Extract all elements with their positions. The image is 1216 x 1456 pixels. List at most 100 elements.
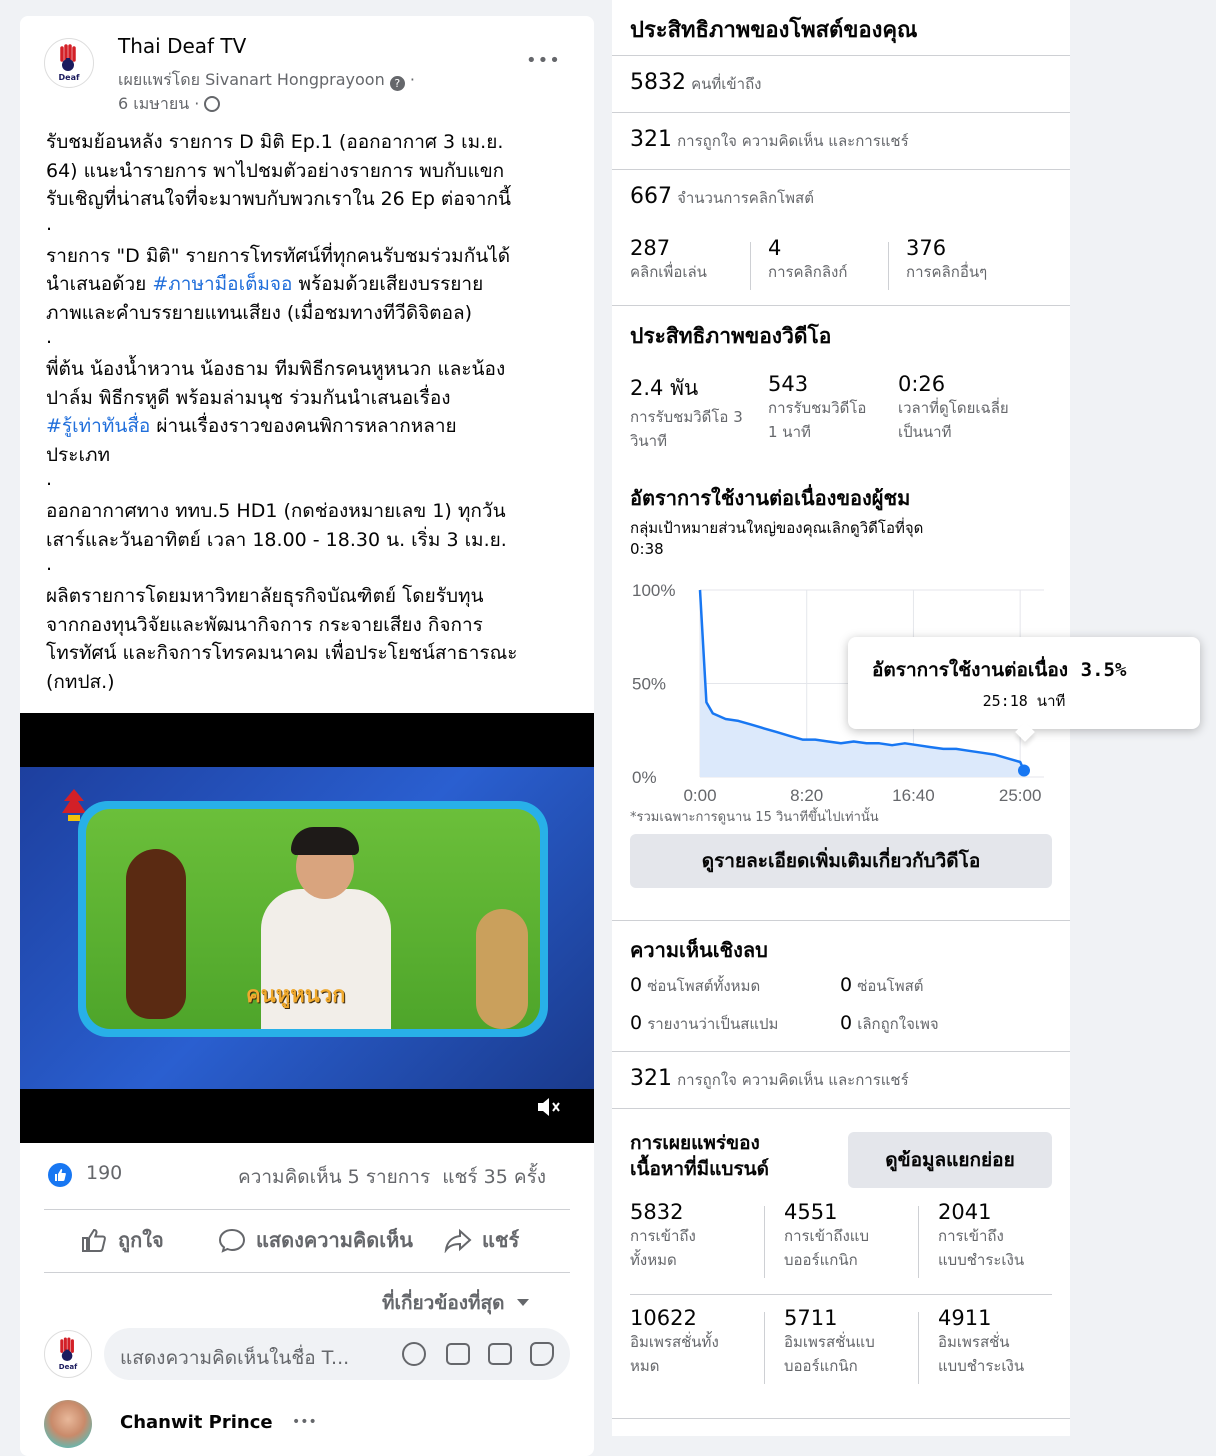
retention-subtitle-1: กลุ่มเป้าหมายส่วนใหญ่ของคุณเลิกดูวิดีโอท… [630, 519, 924, 537]
divider [918, 1312, 919, 1384]
video-player[interactable]: คนหูหนวก [20, 713, 594, 1143]
thai-deaf-logo-icon: Deaf [59, 1337, 78, 1371]
play-clicks-label: คลิกเพื่อเล่น [630, 263, 707, 281]
caret-down-icon [517, 1299, 530, 1306]
comments-shares-count[interactable]: ความคิดเห็น 5 รายการ แชร์ 35 ครั้ง [238, 1162, 546, 1192]
branded-reach-total-label-1: การเข้าถึง [630, 1227, 696, 1245]
sticker-icon[interactable] [530, 1342, 554, 1366]
more-video-details-button[interactable]: ดูรายละเอียดเพิ่มเติมเกี่ยวกับวิดีโอ [630, 834, 1052, 888]
like-button[interactable]: ถูกใจ [80, 1224, 164, 1256]
hide-all-value: 0 [630, 974, 643, 996]
views-3s-label-2: วินาที [630, 432, 667, 450]
x-tick-label: 0:00 [683, 786, 716, 805]
branded-impr-organic-label-1: อิมเพรสชั่นแบ [784, 1333, 875, 1351]
post-more-button[interactable]: ••• [526, 50, 561, 71]
engagement-label-2: การถูกใจ ความคิดเห็น และการแชร์ [677, 1071, 909, 1089]
branded-impr-organic-label-2: บออร์แกนิก [784, 1357, 858, 1375]
link-clicks-value: 4 [768, 236, 782, 260]
comment-sort-dropdown[interactable]: ที่เกี่ยวข้องที่สุด [382, 1288, 530, 1318]
reactions-count[interactable]: 190 [86, 1162, 122, 1184]
unlike-value: 0 [840, 1012, 853, 1034]
video-stat-avg: 0:26 เวลาที่ดูโดยเฉลี่ย เป็นนาที [898, 372, 1058, 444]
other-clicks-value: 376 [906, 236, 947, 260]
click-breakdown-other: 376 การคลิกอื่นๆ [906, 236, 987, 284]
commenter-name[interactable]: Chanwit Prince [120, 1412, 273, 1433]
page-avatar[interactable]: Deaf [44, 38, 94, 88]
branded-reach-organic-label-1: การเข้าถึงแบ [784, 1227, 869, 1245]
like-reaction-icon[interactable] [48, 1163, 72, 1187]
clicks-metric: 667 จำนวนการคลิกโพสต์ [630, 184, 814, 210]
help-icon: ? [389, 76, 405, 91]
para-3-line-2: ปาล์ม พิธีกรหูดี พร้อมล่ามนุช ร่วมกันนำเ… [46, 386, 451, 409]
branded-impr-total-value: 10622 [630, 1306, 697, 1330]
gif-icon[interactable] [488, 1343, 512, 1365]
branded-impr-total-label-1: อิมเพรสชั่นทั้ง [630, 1333, 719, 1351]
video-stat-3s: 2.4 พัน การรับชมวิดีโอ 3 วินาที [630, 372, 760, 453]
post-date-text[interactable]: 6 เมษายน · [118, 94, 199, 113]
share-button[interactable]: แชร์ [444, 1224, 519, 1256]
click-breakdown-link: 4 การคลิกลิงก์ [768, 236, 847, 284]
commenter-avatar[interactable] [44, 1400, 92, 1448]
presenter-text-b: พร้อมด้วยเสียงบรรยาย [292, 273, 484, 295]
views-1m-label-2: 1 นาที [768, 423, 811, 441]
engagement-label: การถูกใจ ความคิดเห็น และการแชร์ [677, 132, 909, 150]
retention-subtitle-2: 0:38 [630, 540, 664, 558]
divider [888, 242, 889, 290]
negative-spam: 0 รายงานว่าเป็นสแปม [630, 1012, 778, 1036]
branded-title-line-2: เนื้อหาที่มีแบรนด์ [630, 1158, 769, 1180]
page-name[interactable]: Thai Deaf TV [118, 34, 246, 58]
svg-text:Deaf: Deaf [59, 73, 80, 82]
para-5-line-4: (กทปส.) [46, 670, 115, 693]
reach-value: 5832 [630, 70, 686, 95]
hide-post-value: 0 [840, 974, 853, 996]
para-3-line-4: ประเภท [46, 443, 111, 466]
spam-label: รายงานว่าเป็นสแปม [647, 1015, 779, 1033]
video-caption: คนหูหนวก [246, 983, 346, 1008]
studio-scene: คนหูหนวก [86, 809, 540, 1029]
play-clicks-value: 287 [630, 236, 671, 260]
person-hair [291, 827, 359, 855]
comment-more-button[interactable]: ••• [292, 1414, 317, 1430]
video-stat-1m: 543 การรับชมวิดีโอ 1 นาที [768, 372, 898, 444]
tooltip-title-row: อัตราการใช้งานต่อเนื่อง 3.5% [872, 655, 1126, 685]
divider [764, 1312, 765, 1384]
comment-button[interactable]: แสดงความคิดเห็น [218, 1224, 413, 1256]
clicks-value: 667 [630, 184, 672, 209]
panel-title: ประสิทธิภาพของโพสต์ของคุณ [630, 18, 918, 43]
sort-label: ที่เกี่ยวข้องที่สุด [382, 1292, 505, 1314]
link-clicks-label: การคลิกลิงก์ [768, 263, 848, 281]
emoji-icon[interactable] [402, 1342, 426, 1366]
separator-dot: · [409, 70, 415, 89]
para-1-line-1: รับชมย้อนหลัง รายการ D มิติ Ep.1 (ออกอาก… [46, 131, 504, 153]
comment-placeholder: แสดงความคิดเห็นในชื่อ T... [120, 1347, 350, 1369]
views-3s-label-1: การรับชมวิดีโอ 3 [630, 408, 743, 426]
engagement-value: 321 [630, 127, 672, 152]
x-tick-label: 16:40 [892, 786, 935, 805]
click-breakdown-play: 287 คลิกเพื่อเล่น [630, 236, 707, 284]
video-inner-frame: คนหูหนวก [78, 801, 548, 1037]
negative-title: ความเห็นเชิงลบ [630, 938, 768, 962]
hide-post-label: ซ่อนโพสต์ [857, 977, 924, 995]
panel-header: ประสิทธิภาพของโพสต์ของคุณ [612, 0, 1070, 56]
mute-icon[interactable] [536, 1095, 564, 1119]
engagement-metric-2: 321 การถูกใจ ความคิดเห็น และการแชร์ [630, 1066, 909, 1092]
post-date: 6 เมษายน · [118, 92, 221, 117]
branded-reach-organic: 4551 การเข้าถึงแบ บออร์แกนิก [784, 1200, 869, 1272]
svg-text:Deaf: Deaf [59, 1362, 78, 1371]
share-label: แชร์ [482, 1228, 520, 1252]
divider [44, 1209, 570, 1210]
x-tick-label: 8:20 [790, 786, 823, 805]
negative-hide-post: 0 ซ่อนโพสต์ [840, 974, 923, 998]
hashtag-sign-language[interactable]: #ภาษามือเต็มจอ [152, 273, 292, 295]
hashtag-media-literacy[interactable]: #รู้เท่าทันสื่อ [46, 415, 150, 437]
breakdown-button[interactable]: ดูข้อมูลแยกย่อย [848, 1132, 1052, 1188]
composer-avatar[interactable]: Deaf [44, 1330, 92, 1378]
camera-icon[interactable] [446, 1343, 470, 1365]
para-5-line-2: จากกองทุนวิจัยและพัฒนากิจการ กระจายเสียง… [46, 613, 483, 636]
avg-watch-label-2: เป็นนาที [898, 423, 952, 441]
hide-all-label: ซ่อนโพสต์ทั้งหมด [647, 977, 761, 995]
branded-impr-paid-label-2: แบบชำระเงิน [938, 1357, 1025, 1375]
reach-metric: 5832 คนที่เข้าถึง [630, 70, 761, 96]
comment-input[interactable]: แสดงความคิดเห็นในชื่อ T... [104, 1328, 570, 1380]
engagement-row: 321 การถูกใจ ความคิดเห็น และการแชร์ [612, 113, 1070, 170]
